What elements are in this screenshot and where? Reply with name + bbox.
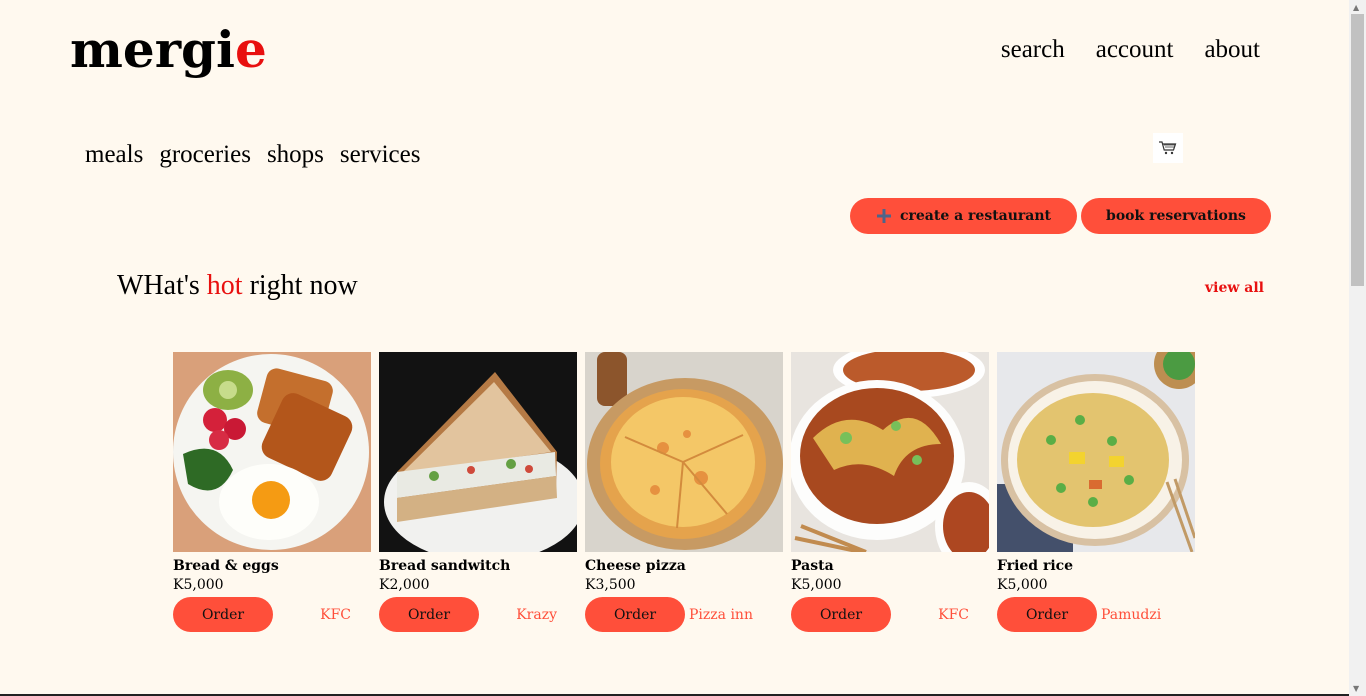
store-link[interactable]: KFC	[938, 607, 969, 623]
food-photo	[791, 352, 989, 552]
category-meals[interactable]: meals	[85, 140, 143, 170]
order-button[interactable]: Order	[585, 597, 685, 632]
order-button[interactable]: Order	[997, 597, 1097, 632]
brand-logo[interactable]: mergie	[70, 22, 267, 78]
store-link[interactable]: Krazy	[516, 607, 557, 623]
food-item-card: Bread & eggs K5,000 Order KFC	[173, 352, 371, 632]
order-button[interactable]: Order	[173, 597, 273, 632]
brand-name-suffix: e	[235, 20, 267, 79]
plus-icon	[876, 208, 892, 224]
category-services[interactable]: services	[340, 140, 421, 170]
section-title: WHat's hot right now	[117, 268, 358, 304]
shopping-cart-icon[interactable]	[1153, 133, 1183, 163]
food-photo	[173, 352, 371, 552]
food-price: K5,000	[997, 577, 1048, 593]
food-name: Pasta	[791, 558, 834, 574]
scroll-up-icon[interactable]: ▲	[1353, 3, 1359, 12]
food-item-card: Bread sandwitch K2,000 Order Krazy	[379, 352, 577, 632]
create-restaurant-button[interactable]: create a restaurant	[850, 198, 1077, 234]
food-photo	[379, 352, 577, 552]
brand-name-prefix: mergi	[70, 20, 236, 79]
nav-account[interactable]: account	[1096, 35, 1174, 65]
page-scrollbar[interactable]: ▲ ▼	[1349, 0, 1366, 696]
food-photo	[585, 352, 783, 552]
food-price: K5,000	[173, 577, 224, 593]
food-name: Bread sandwitch	[379, 558, 511, 574]
food-item-card: Pasta K5,000 Order KFC	[791, 352, 989, 632]
food-actions: Order Pizza inn	[585, 597, 783, 632]
category-shops[interactable]: shops	[267, 140, 324, 170]
store-link[interactable]: KFC	[320, 607, 351, 623]
food-actions: Order KFC	[791, 597, 989, 632]
order-button[interactable]: Order	[791, 597, 891, 632]
food-price: K2,000	[379, 577, 430, 593]
food-item-card: Fried rice K5,000 Order Pamudzi	[997, 352, 1195, 632]
book-reservations-button[interactable]: book reservations	[1081, 198, 1271, 234]
nav-search[interactable]: search	[1001, 35, 1065, 65]
store-link[interactable]: Pamudzi	[1101, 607, 1161, 623]
food-price: K5,000	[791, 577, 842, 593]
food-photo	[997, 352, 1195, 552]
food-actions: Order Krazy	[379, 597, 577, 632]
food-name: Fried rice	[997, 558, 1074, 574]
top-navigation: search account about	[1001, 35, 1260, 65]
order-button[interactable]: Order	[379, 597, 479, 632]
food-price: K3,500	[585, 577, 636, 593]
food-item-card: Cheese pizza K3,500 Order Pizza inn	[585, 352, 783, 632]
section-title-highlight: hot	[206, 270, 243, 301]
section-title-before: WHat's	[117, 270, 207, 301]
food-item-list: Bread & eggs K5,000 Order KFC Bread sand…	[173, 352, 1195, 632]
nav-about[interactable]: about	[1204, 35, 1260, 65]
food-actions: Order KFC	[173, 597, 371, 632]
create-restaurant-label: create a restaurant	[899, 208, 1052, 224]
view-all-link[interactable]: view all	[1205, 280, 1264, 296]
food-name: Bread & eggs	[173, 558, 279, 574]
category-navigation: meals groceries shops services	[85, 140, 420, 170]
food-name: Cheese pizza	[585, 558, 686, 574]
scrollbar-thumb[interactable]	[1351, 14, 1364, 286]
store-link[interactable]: Pizza inn	[689, 607, 753, 623]
food-actions: Order Pamudzi	[997, 597, 1195, 632]
category-groceries[interactable]: groceries	[159, 140, 251, 170]
scroll-down-icon[interactable]: ▼	[1353, 684, 1359, 693]
section-title-after: right now	[242, 270, 358, 301]
